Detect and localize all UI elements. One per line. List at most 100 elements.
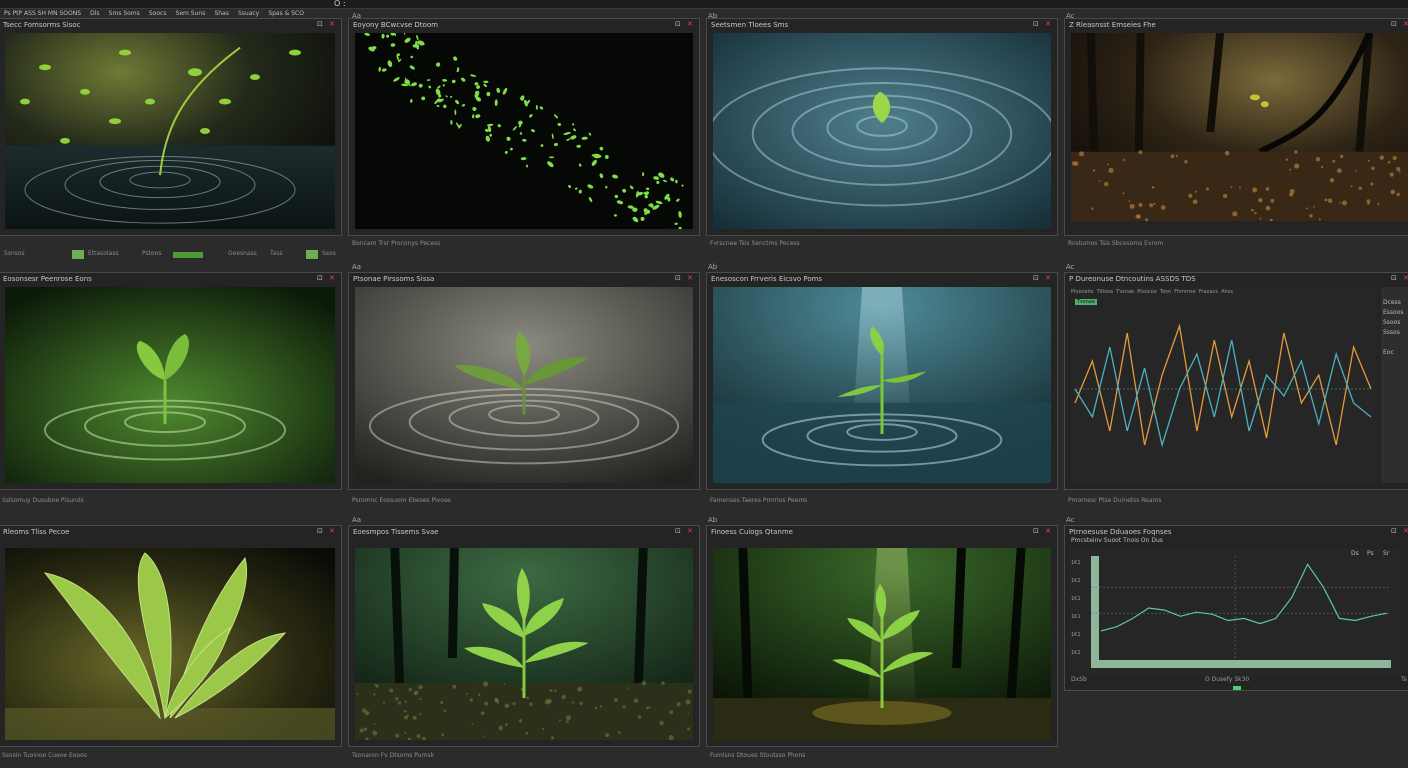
ground-speck xyxy=(579,701,583,705)
chart-tool[interactable]: Tosn xyxy=(1160,289,1171,295)
panel-controls[interactable]: ⊡ ✕ xyxy=(675,20,695,28)
chart-tool[interactable]: Fhmmse xyxy=(1174,289,1195,295)
ground-speck xyxy=(395,733,400,738)
image-panel[interactable]: Seetsmen Tloees Sms ⊡ ✕ xyxy=(706,18,1058,236)
ground-speck xyxy=(1092,169,1096,172)
ground-speck xyxy=(566,715,572,721)
ground-speck xyxy=(1151,185,1155,189)
playhead-marker[interactable] xyxy=(1233,686,1241,690)
panel-controls[interactable]: ⊡ ✕ xyxy=(1391,20,1408,28)
ground-speck xyxy=(397,701,402,705)
image-panel[interactable]: Eoesmpos Tissems Svae ⊡ ✕ xyxy=(348,525,700,747)
chart-tool[interactable]: Titiosa xyxy=(1097,289,1113,295)
series-line xyxy=(1100,563,1388,632)
chart-tool[interactable]: Ptsocetis xyxy=(1071,289,1093,295)
sidebar-item[interactable]: Dcess xyxy=(1383,299,1401,306)
ground-speck xyxy=(1170,154,1175,159)
y-tick-label: 1K1 xyxy=(1071,614,1081,620)
sidebar-item[interactable]: Eoc xyxy=(1383,349,1394,356)
ground-speck xyxy=(558,719,561,722)
toolbar-item[interactable]: Ssnsos xyxy=(4,250,25,257)
menu-item[interactable]: Spas & SCO xyxy=(268,10,304,17)
ground-speck xyxy=(1251,208,1254,212)
panel-caption: Rostumos Tsis Sbcesoms Evrom xyxy=(1068,240,1164,247)
column-label: Ab xyxy=(708,516,718,524)
panel-caption: Sslsomuy Dusuboe Pisunds xyxy=(2,497,84,504)
toolbar-item[interactable]: Geesnass xyxy=(228,250,257,257)
image-panel[interactable]: Enesoscon Frrveris Eicsvo Poms ⊡ ✕ xyxy=(706,272,1058,490)
sidebar-item[interactable]: Essoos xyxy=(1383,309,1404,316)
chart-tool[interactable]: Ptsocoe xyxy=(1137,289,1157,295)
ground-speck xyxy=(1370,182,1374,186)
panel-controls[interactable]: ⊡ ✕ xyxy=(1033,20,1053,28)
sidebar-item[interactable]: Sssos xyxy=(1383,329,1400,336)
ground-speck xyxy=(1258,198,1263,203)
ground-speck xyxy=(1252,187,1258,193)
menu-item[interactable]: Ssuacy xyxy=(238,10,259,17)
ground-speck xyxy=(687,689,692,694)
chart-tool[interactable]: Tvsnae xyxy=(1116,289,1134,295)
image-sprout-green-pond xyxy=(5,287,335,483)
panel-controls[interactable]: ⊡ ✕ xyxy=(317,274,337,282)
color-chip[interactable] xyxy=(72,250,84,259)
ground-speck xyxy=(469,698,474,702)
image-panel[interactable]: Rleoms Tliss Pecoe ⊡ ✕ xyxy=(0,525,342,747)
ground-speck xyxy=(687,727,691,731)
toolbar-item[interactable]: Ssos xyxy=(322,250,336,257)
panel-caption: Ssosin Tuoinoe Cueoe Eeoos xyxy=(2,752,87,759)
menu-item[interactable]: Shas xyxy=(214,10,228,17)
image-panel[interactable]: Finoess Cuiogs Qtanme ⊡ ✕ xyxy=(706,525,1058,747)
y-tick-label: 1K1 xyxy=(1071,596,1081,602)
color-chip[interactable] xyxy=(306,250,318,259)
chart-panel[interactable]: P Dureonuse Dtncoutins ASSDS TDS ⊡ ✕ Pts… xyxy=(1064,272,1408,490)
panel-controls[interactable]: ⊡ ✕ xyxy=(1033,274,1053,282)
image-panel[interactable]: Ptsonae Pirssoms Sissa ⊡ ✕ xyxy=(348,272,700,490)
chart-panel[interactable]: Ptrnoesuse Dduaoes Foqnses ⊡ ✕ Pmcsteinv… xyxy=(1064,525,1408,691)
image-panel[interactable]: Eosonsesr Peenrose Eons ⊡ ✕ xyxy=(0,272,342,490)
chart-tool[interactable]: Fraoacs xyxy=(1199,289,1218,295)
panel-controls[interactable]: ⊡ ✕ xyxy=(1391,274,1408,282)
column-label: Ac xyxy=(1066,263,1075,271)
ground-speck xyxy=(544,699,551,705)
panel-controls[interactable]: ⊡ ✕ xyxy=(317,20,337,28)
image-panel[interactable]: Eoyony BCwcvse Dtoom ⊡ ✕ xyxy=(348,18,700,236)
ground-speck xyxy=(480,711,485,716)
ground-speck xyxy=(1128,200,1131,203)
chart-tool[interactable]: Ahss xyxy=(1221,289,1233,295)
panel-controls[interactable]: ⊡ ✕ xyxy=(317,527,337,535)
toolbar-item[interactable]: Pstoos xyxy=(142,250,161,257)
ground-speck xyxy=(687,713,690,715)
progress-swatch[interactable] xyxy=(172,251,204,259)
chart-left-label: DxSb xyxy=(1071,676,1087,683)
column-label: Aa xyxy=(352,516,362,524)
ground-speck xyxy=(443,709,447,713)
ground-speck xyxy=(1137,214,1141,219)
timeline-toolbar: Ssnsos Ettasolass Pstoos Geesnass Tass S… xyxy=(0,248,340,260)
panel-controls[interactable]: ⊡ ✕ xyxy=(675,274,695,282)
menu-item[interactable]: Soocs xyxy=(149,10,167,17)
sidebar-item[interactable]: Ssoos xyxy=(1383,319,1400,326)
image-panel[interactable]: Tsecc Fomsorms Sisoc ⊡ ✕ xyxy=(0,18,342,236)
menu-item[interactable]: Dls xyxy=(90,10,99,17)
series-line xyxy=(1074,323,1372,446)
ground-speck xyxy=(1318,218,1321,221)
menu-item[interactable]: Sem Suns xyxy=(176,10,206,17)
menu-item[interactable]: Sms Soms xyxy=(109,10,140,17)
ground-speck xyxy=(356,693,359,695)
ground-speck xyxy=(1129,203,1135,209)
x-axis-band xyxy=(1091,660,1391,668)
ground-speck xyxy=(605,733,610,738)
ground-speck xyxy=(1305,207,1308,210)
waveform-plot xyxy=(1074,323,1372,448)
panel-controls[interactable]: ⊡ ✕ xyxy=(1391,527,1408,535)
toolbar-item[interactable]: Tass xyxy=(270,250,283,257)
image-sprout-ripple xyxy=(5,33,335,229)
ground-speck xyxy=(518,719,523,723)
ground-speck xyxy=(646,706,650,710)
toolbar-item[interactable]: Ettasolass xyxy=(88,250,119,257)
ground-speck xyxy=(503,682,506,685)
chart-sidebar: Dcess Essoos Ssoos Sssos Eoc xyxy=(1381,287,1408,483)
image-panel[interactable]: Z Rleasnsst Emseies Fhe ⊡ ✕ xyxy=(1064,18,1408,236)
panel-controls[interactable]: ⊡ ✕ xyxy=(1033,527,1053,535)
panel-controls[interactable]: ⊡ ✕ xyxy=(675,527,695,535)
